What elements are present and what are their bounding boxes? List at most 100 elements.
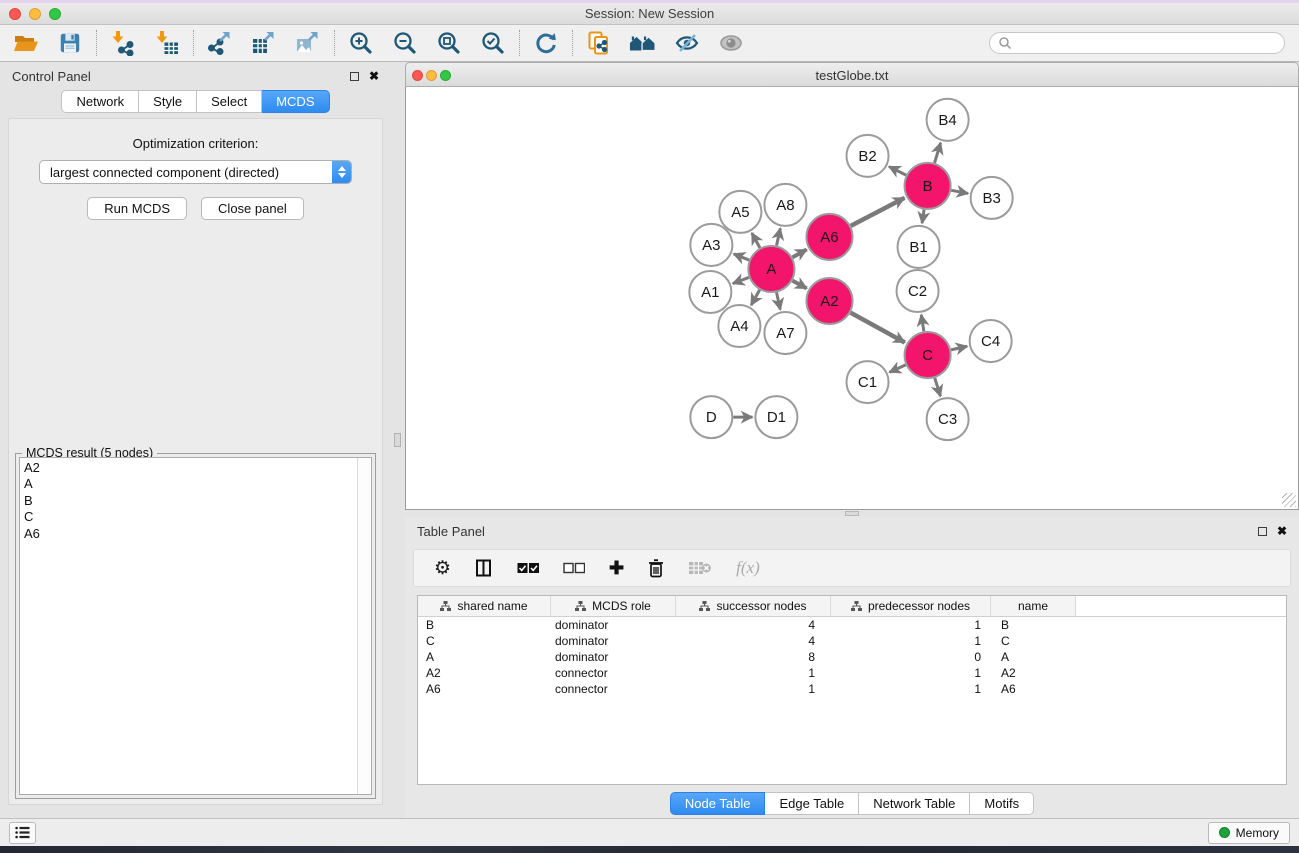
graph-edge-A-A3[interactable] — [734, 254, 749, 260]
delete-column-button[interactable] — [648, 556, 664, 580]
table-cell[interactable]: 4 — [676, 633, 831, 649]
graph-node-C2[interactable]: C2 — [897, 270, 939, 312]
table-cell[interactable]: 1 — [831, 665, 991, 681]
graph-edge-C-C3[interactable] — [935, 378, 941, 396]
result-scrollbar[interactable] — [357, 458, 371, 794]
table-cell[interactable]: dominator — [551, 617, 676, 633]
graph-edge-B-B1[interactable] — [922, 210, 924, 224]
result-item[interactable]: B — [24, 493, 371, 509]
zoom-window-icon[interactable] — [49, 8, 61, 20]
deselect-all-button[interactable] — [563, 556, 585, 580]
import-table-button[interactable] — [153, 29, 181, 57]
result-item[interactable]: A — [24, 476, 371, 492]
tab-style[interactable]: Style — [139, 90, 197, 113]
table-cell[interactable]: A — [418, 649, 551, 665]
close-table-panel-icon[interactable]: ✖ — [1277, 525, 1287, 537]
run-mcds-button[interactable]: Run MCDS — [87, 197, 187, 220]
graph-node-A7[interactable]: A7 — [764, 312, 806, 354]
splitter-grip[interactable] — [394, 433, 401, 447]
table-cell[interactable]: 1 — [676, 665, 831, 681]
search-box[interactable] — [989, 32, 1285, 54]
table-row[interactable]: Cdominator41C — [418, 633, 1286, 649]
float-table-panel-icon[interactable] — [1258, 527, 1267, 536]
graph-edge-A-A6[interactable] — [792, 250, 806, 258]
task-history-button[interactable] — [9, 822, 36, 844]
graph-node-D[interactable]: D — [690, 396, 732, 438]
table-row[interactable]: A2connector11A2 — [418, 665, 1286, 681]
table-cell[interactable]: connector — [551, 681, 676, 697]
zoom-selected-button[interactable] — [479, 29, 507, 57]
tab-network-table[interactable]: Network Table — [859, 792, 970, 815]
network-graph[interactable]: B4B2BB3A8A5A6A3B1AA1C2A2A4A7C4CC1C3DD1 — [406, 87, 1298, 509]
add-column-button[interactable]: ✚ — [609, 556, 624, 580]
table-row[interactable]: Adominator80A — [418, 649, 1286, 665]
export-image-button[interactable] — [294, 29, 322, 57]
open-file-button[interactable] — [12, 29, 40, 57]
result-item[interactable]: A2 — [24, 460, 371, 476]
network-minimize-icon[interactable] — [426, 70, 437, 81]
graph-node-A1[interactable]: A1 — [689, 271, 731, 313]
graph-node-B2[interactable]: B2 — [846, 135, 888, 177]
table-cell[interactable]: 1 — [831, 617, 991, 633]
column-header-MCDS-role[interactable]: MCDS role — [551, 596, 676, 616]
graph-node-D1[interactable]: D1 — [755, 396, 797, 438]
graph-edge-B-B3[interactable] — [951, 190, 968, 193]
destroy-table-button[interactable] — [688, 556, 712, 580]
column-header-predecessor-nodes[interactable]: predecessor nodes — [831, 596, 991, 616]
table-cell[interactable]: C — [991, 633, 1076, 649]
network-canvas[interactable]: B4B2BB3A8A5A6A3B1AA1C2A2A4A7C4CC1C3DD1 — [405, 87, 1299, 510]
mcds-result-list[interactable]: A2ABCA6 — [19, 457, 372, 795]
close-panel-icon[interactable]: ✖ — [369, 70, 379, 82]
window-resize-grip[interactable] — [1282, 493, 1296, 507]
network-window-titlebar[interactable]: testGlobe.txt — [405, 62, 1299, 87]
table-cell[interactable]: 1 — [831, 633, 991, 649]
table-cell[interactable]: A6 — [991, 681, 1076, 697]
graph-edge-C-C2[interactable] — [921, 315, 924, 332]
tab-motifs[interactable]: Motifs — [970, 792, 1034, 815]
select-all-button[interactable] — [517, 556, 539, 580]
graph-node-B[interactable]: B — [905, 163, 951, 209]
copy-network-button[interactable] — [585, 29, 613, 57]
graph-node-C[interactable]: C — [905, 332, 951, 378]
memory-button[interactable]: Memory — [1208, 822, 1290, 844]
network-zoom-icon[interactable] — [440, 70, 451, 81]
graph-edge-A2-C[interactable] — [851, 313, 905, 343]
float-panel-icon[interactable] — [350, 72, 359, 81]
graph-node-C3[interactable]: C3 — [927, 398, 969, 440]
table-cell[interactable]: B — [991, 617, 1076, 633]
function-builder-button[interactable]: f(x) — [736, 556, 760, 580]
close-window-icon[interactable] — [9, 8, 21, 20]
graph-edge-A-A1[interactable] — [733, 277, 749, 283]
graph-node-A8[interactable]: A8 — [764, 184, 806, 226]
table-cell[interactable]: 4 — [676, 617, 831, 633]
app-titlebar[interactable]: Session: New Session — [0, 3, 1299, 25]
home-networks-button[interactable] — [629, 29, 657, 57]
table-splitter-grip[interactable] — [845, 511, 859, 516]
graph-node-A5[interactable]: A5 — [719, 191, 761, 233]
tab-node-table[interactable]: Node Table — [670, 792, 766, 815]
column-header-shared-name[interactable]: shared name — [418, 596, 551, 616]
tab-select[interactable]: Select — [197, 90, 262, 113]
export-network-button[interactable] — [206, 29, 234, 57]
network-close-icon[interactable] — [412, 70, 423, 81]
graph-node-A6[interactable]: A6 — [806, 214, 852, 260]
graph-edge-B-B4[interactable] — [935, 143, 941, 163]
graph-node-B4[interactable]: B4 — [927, 99, 969, 141]
graph-node-A2[interactable]: A2 — [806, 278, 852, 324]
result-item[interactable]: A6 — [24, 526, 371, 542]
table-row[interactable]: Bdominator41B — [418, 617, 1286, 633]
graph-node-B1[interactable]: B1 — [898, 226, 940, 268]
graph-node-A4[interactable]: A4 — [718, 305, 760, 347]
criterion-dropdown[interactable]: largest connected component (directed) — [39, 160, 352, 184]
table-cell[interactable]: A6 — [418, 681, 551, 697]
table-cell[interactable]: dominator — [551, 633, 676, 649]
table-cell[interactable]: A2 — [418, 665, 551, 681]
table-cell[interactable]: 1 — [831, 681, 991, 697]
graph-edge-A-A4[interactable] — [751, 290, 760, 305]
panel-splitter[interactable] — [391, 62, 405, 818]
graph-edge-A-A2[interactable] — [792, 281, 806, 289]
graph-edge-B-B2[interactable] — [889, 167, 906, 176]
export-table-button[interactable] — [250, 29, 278, 57]
graph-edge-A-A8[interactable] — [777, 228, 781, 245]
table-settings-button[interactable]: ⚙ — [434, 556, 451, 580]
